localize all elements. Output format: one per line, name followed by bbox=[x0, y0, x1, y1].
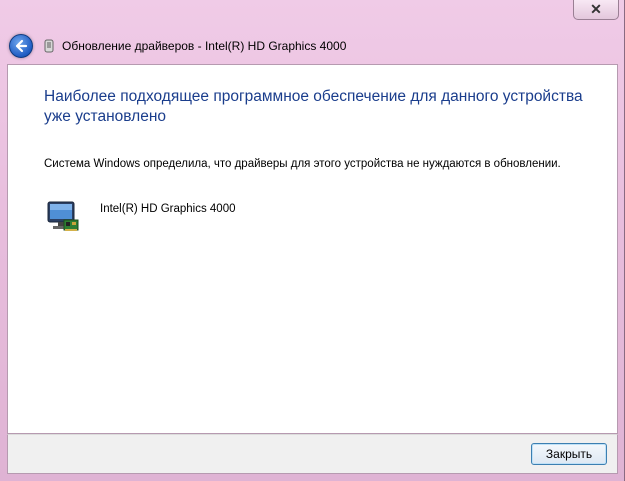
result-description: Система Windows определила, что драйверы… bbox=[44, 158, 561, 170]
content-panel: Наиболее подходящее программное обеспече… bbox=[7, 64, 618, 434]
close-button[interactable]: Закрыть bbox=[531, 443, 607, 465]
result-heading: Наиболее подходящее программное обеспече… bbox=[44, 88, 583, 125]
button-bar: Закрыть bbox=[7, 434, 618, 474]
wizard-header: Обновление драйверов - Intel(R) HD Graph… bbox=[0, 30, 624, 62]
close-icon: ✕ bbox=[590, 1, 602, 17]
back-button[interactable] bbox=[9, 34, 33, 58]
dialog-window: ✕ Обновление драйверов - Intel(R) HD Gra… bbox=[0, 0, 625, 481]
device-manager-icon bbox=[44, 39, 54, 53]
back-arrow-icon bbox=[15, 39, 28, 53]
wizard-title: Обновление драйверов - Intel(R) HD Graph… bbox=[62, 39, 347, 53]
window-close-button[interactable]: ✕ bbox=[573, 0, 619, 20]
display-adapter-icon bbox=[47, 201, 79, 231]
device-name: Intel(R) HD Graphics 4000 bbox=[100, 203, 236, 215]
